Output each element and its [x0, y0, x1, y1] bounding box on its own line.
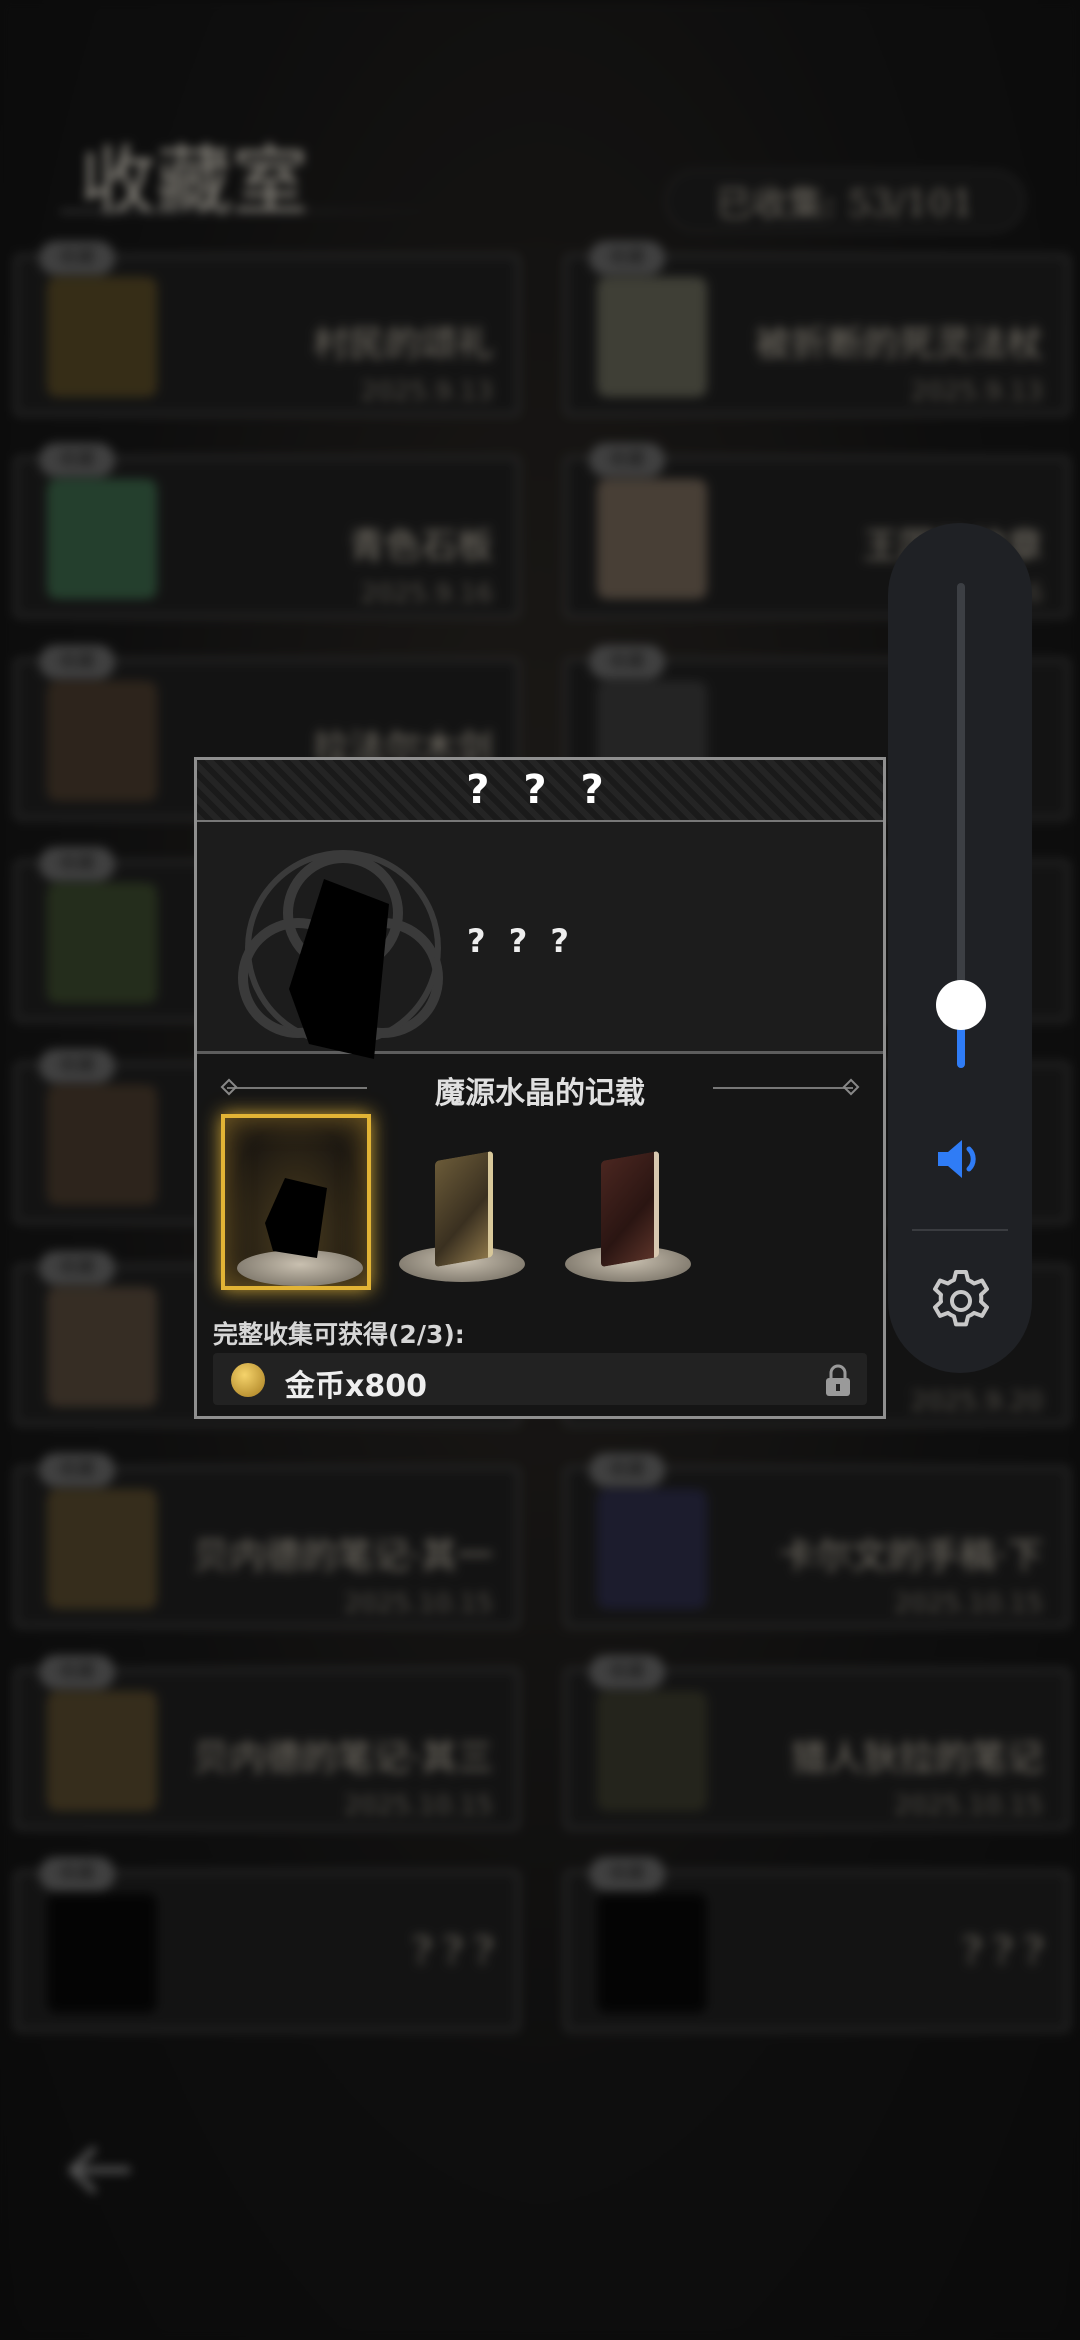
card-name: 村民的颂礼 — [312, 324, 493, 365]
coin-icon — [231, 1363, 265, 1397]
card-thumbnail — [47, 1287, 157, 1407]
card-thumbnail — [47, 277, 157, 397]
set-item-slot-2[interactable] — [387, 1114, 537, 1290]
unknown-item-shard — [289, 879, 389, 1059]
volume-slider-thumb[interactable] — [936, 980, 986, 1030]
card-date: 2025.9.13 — [910, 377, 1043, 407]
card-tag: 收藏 — [589, 645, 665, 679]
red-book-icon — [601, 1150, 659, 1268]
golden-book-icon — [435, 1150, 493, 1268]
collection-card[interactable]: 收藏 ? ? ? — [564, 1857, 1070, 2032]
lock-icon — [826, 1364, 850, 1396]
back-arrow-icon[interactable] — [60, 2130, 140, 2210]
card-thumbnail — [47, 1489, 157, 1609]
volume-panel — [888, 523, 1032, 1373]
card-date: 2025.10.15 — [344, 1589, 493, 1619]
card-tag: 收藏 — [39, 241, 115, 275]
card-name: 被折断的死灵法杖 — [754, 324, 1043, 365]
item-detail-popup: ? ? ? ? ? ? 魔源水晶的记载 完整收集可获得(2/3): 金币x800 — [194, 757, 886, 1419]
card-name: ? ? ? — [962, 1931, 1043, 1972]
card-name: 卡尔文的手稿·下 — [779, 1536, 1043, 1577]
collection-card[interactable]: 收藏贝内德的笔记·其三 2025.10.15 — [14, 1655, 520, 1830]
card-tag: 收藏 — [589, 1655, 665, 1689]
collection-card[interactable]: 收藏村民的颂礼 2025.9.13 — [14, 241, 520, 416]
card-tag: 收藏 — [39, 645, 115, 679]
set-title-row: 魔源水晶的记载 — [197, 1054, 883, 1112]
card-date: 2025.9.20 — [910, 1387, 1043, 1417]
item-name: ? ? ? — [467, 922, 575, 960]
gear-icon[interactable] — [928, 1268, 994, 1334]
set-item-slot-1-selected[interactable] — [221, 1114, 371, 1290]
card-tag: 收藏 — [39, 1251, 115, 1285]
collection-card[interactable]: 收藏 ? ? ? — [14, 1857, 520, 2032]
collected-count: 已收集: 53/101 — [665, 170, 1025, 232]
card-thumbnail — [47, 479, 157, 599]
card-date: 2025.10.15 — [894, 1589, 1043, 1619]
card-date: 2025.10.15 — [344, 1791, 493, 1821]
card-thumbnail — [47, 1893, 157, 2013]
card-date: 2025.10.15 — [894, 1791, 1043, 1821]
page-title: 收藏室 — [80, 137, 308, 226]
card-thumbnail — [597, 277, 707, 397]
title-underline — [60, 210, 450, 213]
card-tag: 收藏 — [589, 1453, 665, 1487]
card-tag: 收藏 — [39, 847, 115, 881]
collection-card[interactable]: 收藏猎人狄拉的笔记 2025.10.15 — [564, 1655, 1070, 1830]
set-item-slot-3[interactable] — [553, 1114, 703, 1290]
card-tag: 收藏 — [589, 443, 665, 477]
card-name: 贝内德的笔记·其三 — [193, 1738, 493, 1779]
card-name: ? ? ? — [412, 1931, 493, 1972]
card-thumbnail — [47, 681, 157, 801]
collection-card[interactable]: 收藏被折断的死灵法杖 2025.9.13 — [564, 241, 1070, 416]
card-tag: 收藏 — [39, 443, 115, 477]
collection-card[interactable]: 收藏青色石板 2025.9.16 — [14, 443, 520, 618]
card-tag: 收藏 — [589, 1857, 665, 1891]
card-thumbnail — [47, 883, 157, 1003]
card-name: 青色石板 — [348, 526, 493, 567]
card-tag: 收藏 — [39, 1049, 115, 1083]
collection-card[interactable]: 收藏卡尔文的手稿·下 2025.10.15 — [564, 1453, 1070, 1628]
card-name: 贝内德的笔记·其一 — [193, 1536, 493, 1577]
collection-card[interactable]: 收藏贝内德的笔记·其一 2025.10.15 — [14, 1453, 520, 1628]
speaker-icon[interactable] — [932, 1131, 988, 1187]
divider-right — [713, 1087, 853, 1089]
popup-item-preview: ? ? ? — [197, 822, 883, 1059]
card-thumbnail — [597, 1691, 707, 1811]
unknown-item-shard — [265, 1178, 327, 1258]
card-thumbnail — [47, 1085, 157, 1205]
volume-panel-divider — [912, 1229, 1008, 1231]
set-items-row — [197, 1112, 883, 1297]
set-title: 魔源水晶的记载 — [435, 1076, 645, 1111]
popup-header: ? ? ? — [197, 760, 883, 822]
card-thumbnail — [597, 1893, 707, 2013]
card-thumbnail — [597, 479, 707, 599]
reward-label: 完整收集可获得(2/3): — [213, 1320, 465, 1349]
card-tag: 收藏 — [39, 1453, 115, 1487]
card-date: 2025.9.16 — [360, 579, 493, 609]
card-thumbnail — [47, 1691, 157, 1811]
reward-bar: 金币x800 — [213, 1353, 867, 1405]
card-tag: 收藏 — [39, 1857, 115, 1891]
card-tag: 收藏 — [39, 1655, 115, 1689]
card-name: 猎人狄拉的笔记 — [790, 1738, 1043, 1779]
card-thumbnail — [597, 1489, 707, 1609]
card-tag: 收藏 — [589, 241, 665, 275]
reward-text: 金币x800 — [285, 1369, 427, 1404]
card-date: 2025.9.13 — [360, 377, 493, 407]
